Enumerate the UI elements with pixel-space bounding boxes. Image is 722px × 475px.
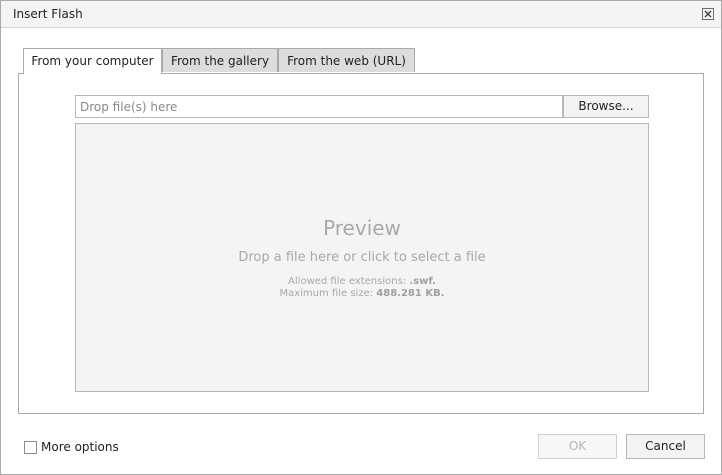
more-options-label[interactable]: More options: [41, 440, 119, 454]
maximum-file-size-value: 488.281 KB.: [376, 288, 445, 299]
drop-files-input[interactable]: [75, 95, 563, 118]
cancel-button[interactable]: Cancel: [626, 434, 705, 459]
insert-flash-dialog: Insert Flash From your computer From the…: [0, 0, 722, 475]
preview-drop-zone[interactable]: Preview Drop a file here or click to sel…: [75, 123, 649, 392]
close-icon[interactable]: [701, 7, 715, 21]
maximum-file-size: Maximum file size: 488.281 KB.: [76, 288, 648, 299]
allowed-extensions-value: .swf.: [409, 276, 436, 287]
title-bar[interactable]: Insert Flash: [1, 1, 721, 28]
maximum-file-size-label: Maximum file size:: [279, 288, 374, 299]
tab-from-the-web[interactable]: From the web (URL): [278, 48, 415, 72]
preview-subtitle: Drop a file here or click to select a fi…: [238, 250, 486, 265]
preview-title: Preview: [323, 216, 401, 240]
tab-from-your-computer[interactable]: From your computer: [23, 48, 162, 74]
tab-panel-from-your-computer: Browse... Preview Drop a file here or cl…: [18, 73, 704, 414]
dialog-title: Insert Flash: [13, 7, 83, 21]
ok-button[interactable]: OK: [538, 434, 617, 459]
allowed-extensions-label: Allowed file extensions:: [288, 276, 407, 287]
allowed-extensions: Allowed file extensions: .swf.: [76, 276, 648, 287]
browse-button[interactable]: Browse...: [563, 95, 649, 118]
more-options-checkbox[interactable]: [24, 441, 37, 454]
tab-from-the-gallery[interactable]: From the gallery: [162, 48, 278, 72]
